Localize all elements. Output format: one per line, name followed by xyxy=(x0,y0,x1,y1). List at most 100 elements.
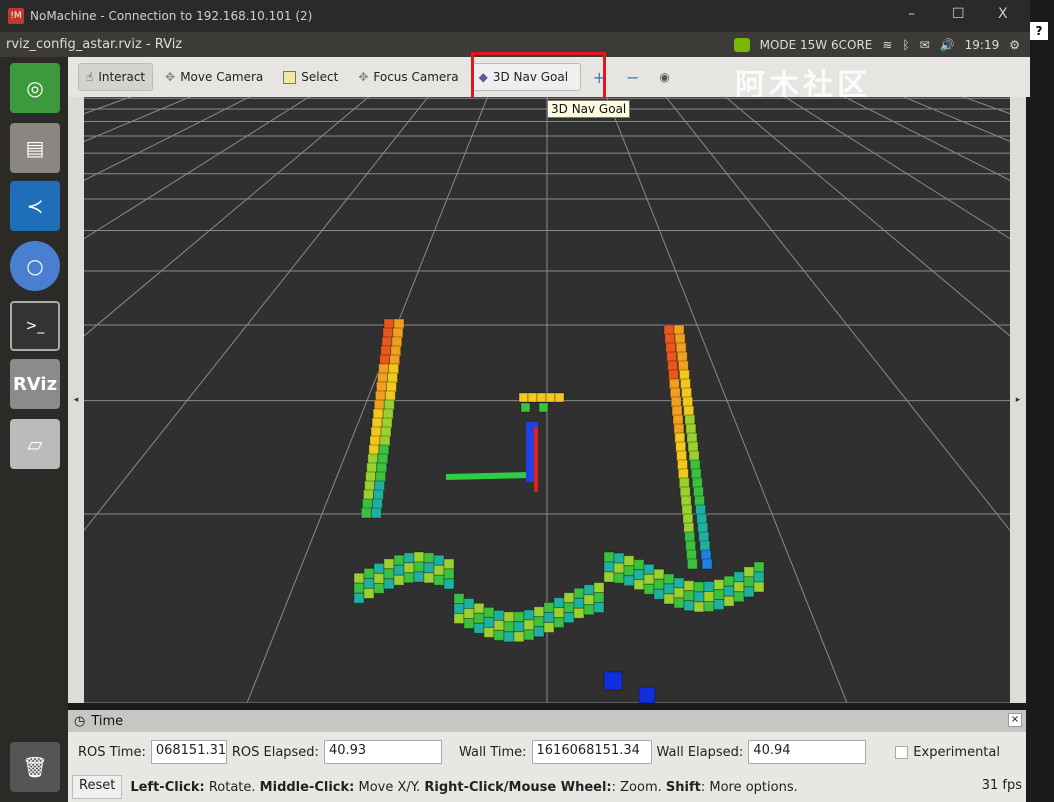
voxel xyxy=(443,578,455,590)
voxel xyxy=(373,582,385,594)
voxel xyxy=(643,583,655,595)
vscode-icon[interactable]: ≺ xyxy=(10,181,60,231)
voxel xyxy=(686,558,698,570)
ros-elapsed-field[interactable]: 40.93 xyxy=(323,740,442,764)
voxel xyxy=(403,572,415,584)
grid-line xyxy=(84,97,192,143)
voxel xyxy=(553,617,565,629)
status-bar: Reset Left-Click: Rotate. Middle-Click: … xyxy=(68,772,1026,802)
minimize-button[interactable]: – xyxy=(908,6,915,22)
wall-elapsed-field[interactable]: 40.94 xyxy=(748,740,867,764)
voxel xyxy=(413,551,425,563)
voxel xyxy=(653,578,665,590)
scene-canvas[interactable] xyxy=(84,97,1010,703)
volume-icon[interactable]: 🔊 xyxy=(940,38,955,52)
system-tray: MODE 15W 6CORE ≋ ᛒ ✉ 🔊 19:19 ⚙ xyxy=(733,32,1020,57)
tool-properties-button[interactable]: ◉ xyxy=(651,63,677,91)
voxel xyxy=(713,589,725,601)
power-mode[interactable]: MODE 15W 6CORE xyxy=(760,38,873,52)
voxel xyxy=(633,569,645,581)
voxel xyxy=(643,573,655,585)
clock[interactable]: 19:19 xyxy=(965,38,1000,52)
voxel xyxy=(513,631,525,643)
reset-button[interactable]: Reset xyxy=(72,775,123,799)
rviz-icon[interactable]: RViz xyxy=(10,359,60,409)
voxel xyxy=(527,392,538,403)
drive-icon[interactable]: ▱ xyxy=(10,419,60,469)
gear-icon[interactable]: ⚙ xyxy=(1009,38,1020,52)
voxel xyxy=(403,552,415,564)
help-button[interactable]: ? xyxy=(1030,22,1048,40)
grid-line xyxy=(962,97,1010,115)
select-tool[interactable]: Select xyxy=(275,63,346,91)
maximize-button[interactable]: ☐ xyxy=(952,6,965,22)
voxel xyxy=(493,619,505,631)
voxel xyxy=(443,558,455,570)
voxel xyxy=(543,611,555,623)
voxel xyxy=(603,561,615,573)
nomachine-logo-icon: !M xyxy=(8,8,24,24)
voxel xyxy=(613,572,625,584)
wall-elapsed-label: Wall Elapsed: xyxy=(656,744,744,760)
terminal-icon[interactable]: >_ xyxy=(10,301,60,351)
3d-render-view[interactable] xyxy=(84,97,1010,703)
files-icon[interactable]: ▤ xyxy=(10,123,60,173)
grid-line xyxy=(84,97,317,703)
close-button[interactable]: X xyxy=(998,6,1008,22)
voxel xyxy=(503,611,515,623)
voxel xyxy=(663,593,675,605)
voxel xyxy=(423,562,435,574)
voxel xyxy=(353,572,365,584)
move-camera-tool[interactable]: ✥ Move Camera xyxy=(157,63,271,91)
voxel xyxy=(663,583,675,595)
voxel xyxy=(373,562,385,574)
wall-time-field[interactable]: 1616068151.34 xyxy=(531,740,652,764)
voxel xyxy=(573,597,585,609)
trash-icon[interactable]: 🗑 xyxy=(10,742,60,792)
voxel xyxy=(743,586,755,598)
voxel xyxy=(563,602,575,614)
voxel xyxy=(623,565,635,577)
hand-icon: ☝ xyxy=(86,70,94,84)
ubuntu-icon[interactable]: ◎ xyxy=(10,63,60,113)
voxel xyxy=(403,562,415,574)
nvidia-icon[interactable] xyxy=(733,37,750,52)
left-panel-toggle[interactable]: ◂ xyxy=(68,97,84,703)
voxel xyxy=(373,572,385,584)
grid-line xyxy=(84,97,132,115)
wifi-icon[interactable]: ≋ xyxy=(882,38,892,52)
chromium-icon[interactable]: ○ xyxy=(10,241,60,291)
voxel xyxy=(703,591,715,603)
ros-time-field[interactable]: 068151.31 xyxy=(150,740,227,764)
experimental-checkbox[interactable] xyxy=(895,745,909,759)
ros-time-label: ROS Time: xyxy=(78,744,146,760)
voxel xyxy=(463,618,475,630)
voxel xyxy=(638,686,656,703)
voxel xyxy=(673,587,685,599)
voxel xyxy=(360,507,372,519)
grid-line xyxy=(605,97,848,703)
grid-line xyxy=(777,97,1010,703)
voxel xyxy=(523,629,535,641)
voxel xyxy=(553,597,565,609)
voxel xyxy=(538,402,549,413)
voxel xyxy=(683,590,695,602)
remove-tool-button[interactable]: − xyxy=(618,63,647,91)
tooltip: 3D Nav Goal xyxy=(547,100,631,118)
focus-camera-tool[interactable]: ✥ Focus Camera xyxy=(350,63,466,91)
voxel xyxy=(493,629,505,641)
mail-icon[interactable]: ✉ xyxy=(920,38,930,52)
interact-tool[interactable]: ☝ Interact xyxy=(78,63,154,91)
grid-line xyxy=(84,97,429,532)
focus-camera-label: Focus Camera xyxy=(373,70,459,84)
close-panel-button[interactable]: × xyxy=(1008,713,1022,727)
grid-line xyxy=(84,97,359,703)
right-panel-toggle[interactable]: ▸ xyxy=(1010,97,1026,703)
voxel xyxy=(673,577,685,589)
voxel xyxy=(493,609,505,621)
bluetooth-icon[interactable]: ᛒ xyxy=(902,38,909,52)
voxel xyxy=(533,606,545,618)
voxel xyxy=(563,592,575,604)
voxel xyxy=(483,606,495,618)
voxel xyxy=(723,585,735,597)
